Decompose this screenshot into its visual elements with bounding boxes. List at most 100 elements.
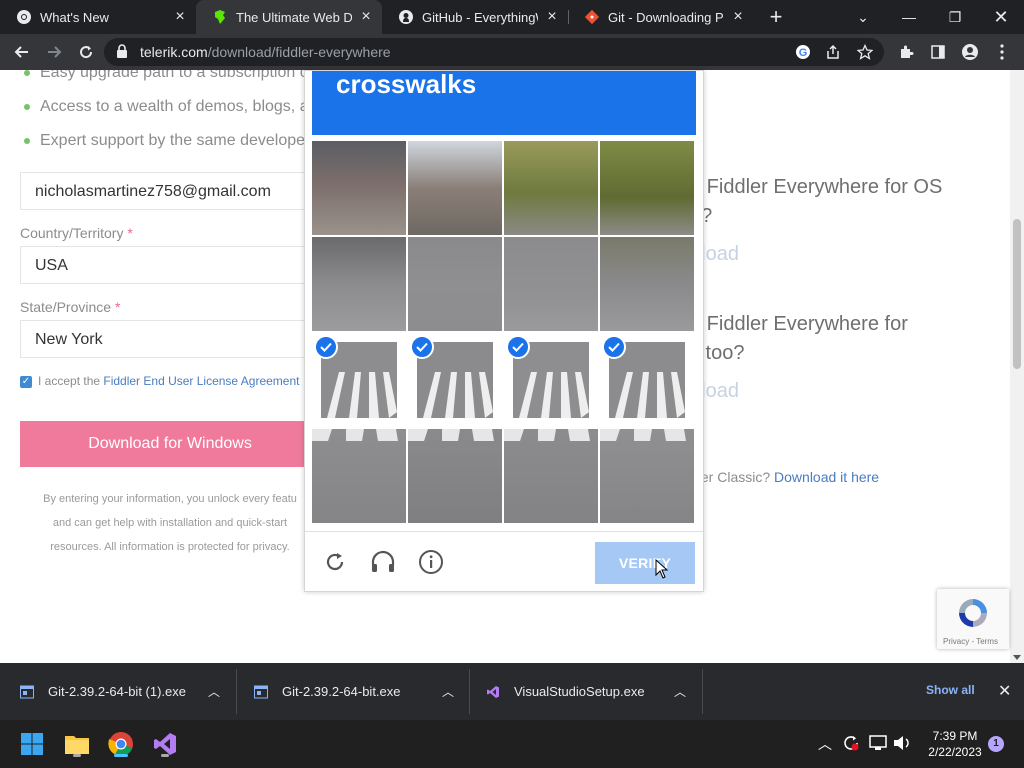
- email-field[interactable]: nicholasmartinez758@gmail.com: [20, 172, 320, 210]
- download-item[interactable]: VisualStudioSetup.exe ︿: [486, 663, 686, 720]
- challenge-target-word: crosswalks: [336, 69, 477, 99]
- url-path: /download/fiddler-everywhere: [207, 44, 391, 60]
- captcha-tile[interactable]: [504, 141, 598, 235]
- share-icon[interactable]: [824, 43, 842, 61]
- tab-title: GitHub - EverythingWi: [422, 9, 538, 25]
- close-tab-icon[interactable]: ×: [172, 9, 188, 25]
- close-tab-icon[interactable]: ×: [544, 9, 560, 25]
- download-filename: Git-2.39.2-64-bit (1).exe: [48, 684, 187, 699]
- url-host: telerik.com: [140, 44, 208, 60]
- download-item[interactable]: Git-2.39.2-64-bit.exe ︿: [254, 663, 454, 720]
- visual-studio-installer-icon[interactable]: [149, 728, 181, 760]
- captcha-tile[interactable]: [312, 237, 406, 331]
- classic-note: dler Classic? Download it here: [690, 469, 879, 485]
- volume-icon[interactable]: [892, 734, 912, 755]
- scroll-down-arrow-icon[interactable]: [1013, 655, 1021, 660]
- notification-badge[interactable]: 1: [988, 736, 1004, 752]
- list-item: Access to a wealth of demos, blogs, a: [24, 98, 309, 116]
- chevron-up-icon[interactable]: ︿: [208, 683, 220, 700]
- reload-icon[interactable]: [74, 40, 98, 64]
- license-link[interactable]: Fiddler End User License Agreement: [103, 374, 299, 388]
- state-label: State/Province *: [20, 299, 120, 315]
- captcha-tile[interactable]: [504, 237, 598, 331]
- captcha-tile[interactable]: [600, 333, 694, 427]
- tab-github[interactable]: GitHub - EverythingWi ×: [382, 0, 568, 34]
- audio-challenge-icon[interactable]: [369, 548, 397, 576]
- reload-challenge-icon[interactable]: [321, 548, 349, 576]
- info-icon[interactable]: [417, 548, 445, 576]
- captcha-tile[interactable]: [504, 333, 598, 427]
- tab-whats-new[interactable]: What's New ×: [0, 0, 196, 34]
- scrollbar-thumb[interactable]: [1013, 219, 1021, 369]
- captcha-tile[interactable]: [408, 333, 502, 427]
- sync-alert-icon[interactable]: [842, 734, 860, 755]
- tile-image: [600, 141, 694, 235]
- tile-image: [312, 429, 406, 523]
- captcha-tile[interactable]: [600, 237, 694, 331]
- minimize-icon[interactable]: —: [886, 0, 932, 34]
- mac-heading-line: d Fiddler Everywhere for OS: [690, 176, 943, 198]
- captcha-tile[interactable]: [312, 333, 406, 427]
- tab-strip: What's New × The Ultimate Web Debu × Git…: [0, 0, 1024, 34]
- captcha-tile[interactable]: [408, 429, 502, 523]
- tab-git[interactable]: Git - Downloading Pack ×: [568, 0, 754, 34]
- close-tab-icon[interactable]: ×: [358, 9, 374, 25]
- classic-download-link[interactable]: Download it here: [774, 469, 879, 485]
- windows-start-icon[interactable]: [16, 728, 48, 760]
- new-tab-icon[interactable]: +: [764, 5, 788, 29]
- tile-image: [504, 141, 598, 235]
- download-windows-button[interactable]: Download for Windows: [20, 421, 320, 467]
- state-select[interactable]: New York: [20, 320, 320, 358]
- tile-image: [504, 237, 598, 331]
- challenge-footer: VERIFY: [305, 531, 703, 591]
- google-icon[interactable]: G: [794, 43, 812, 61]
- extensions-icon[interactable]: [894, 40, 918, 64]
- lock-icon[interactable]: [116, 44, 128, 63]
- fine-print-line: and can get help with installation and q…: [52, 517, 288, 529]
- profile-icon[interactable]: [958, 40, 982, 64]
- agree-checkbox[interactable]: ✓: [20, 375, 32, 388]
- chevron-up-icon[interactable]: ︿: [674, 683, 686, 700]
- chrome-taskbar-icon[interactable]: [105, 728, 137, 760]
- tab-fiddler[interactable]: The Ultimate Web Debu ×: [196, 0, 382, 34]
- address-bar[interactable]: telerik.com/download/fiddler-everywhere …: [104, 38, 884, 66]
- captcha-tile[interactable]: [504, 429, 598, 523]
- list-item: Easy upgrade path to a subscription o: [24, 70, 309, 82]
- tab-search-chevron-icon[interactable]: ⌄: [840, 0, 886, 34]
- captcha-tile[interactable]: [408, 141, 502, 235]
- recaptcha-badge[interactable]: Privacy - Terms: [937, 589, 1009, 649]
- restore-icon[interactable]: ❐: [932, 0, 978, 34]
- captcha-tile[interactable]: [312, 429, 406, 523]
- tile-selected-check-icon: [506, 335, 530, 359]
- forward-icon[interactable]: [42, 40, 66, 64]
- windows-taskbar: ︿ 7:39 PM 2/22/2023 1: [0, 720, 1024, 768]
- back-icon[interactable]: [10, 40, 34, 64]
- bookmark-star-icon[interactable]: [856, 43, 874, 61]
- system-clock[interactable]: 7:39 PM 2/22/2023: [920, 728, 990, 760]
- close-shelf-icon[interactable]: ✕: [998, 681, 1011, 701]
- recaptcha-terms[interactable]: Privacy - Terms: [943, 637, 998, 646]
- close-tab-icon[interactable]: ×: [730, 9, 746, 25]
- side-panel-icon[interactable]: [926, 40, 950, 64]
- bullet-dot: [24, 103, 30, 110]
- state-label-text: State/Province: [20, 299, 112, 315]
- chevron-up-icon[interactable]: ︿: [442, 683, 454, 700]
- network-icon[interactable]: [868, 734, 888, 755]
- tile-image: [312, 141, 406, 235]
- file-explorer-icon[interactable]: [61, 728, 93, 760]
- show-all-downloads-link[interactable]: Show all: [926, 683, 975, 697]
- tray-overflow-chevron-icon[interactable]: ︿: [818, 734, 832, 754]
- tile-selected-check-icon: [314, 335, 338, 359]
- country-select[interactable]: USA: [20, 246, 320, 284]
- download-item[interactable]: Git-2.39.2-64-bit (1).exe ︿: [20, 663, 220, 720]
- tile-selected-check-icon: [410, 335, 434, 359]
- captcha-tile[interactable]: [600, 429, 694, 523]
- captcha-tile[interactable]: [408, 237, 502, 331]
- menu-dots-icon[interactable]: [990, 40, 1014, 64]
- captcha-tile[interactable]: [312, 141, 406, 235]
- page-scrollbar[interactable]: [1010, 70, 1024, 663]
- close-window-icon[interactable]: ✕: [978, 0, 1024, 34]
- captcha-tile[interactable]: [600, 141, 694, 235]
- visual-studio-icon: [487, 685, 499, 698]
- verify-button[interactable]: VERIFY: [595, 542, 695, 584]
